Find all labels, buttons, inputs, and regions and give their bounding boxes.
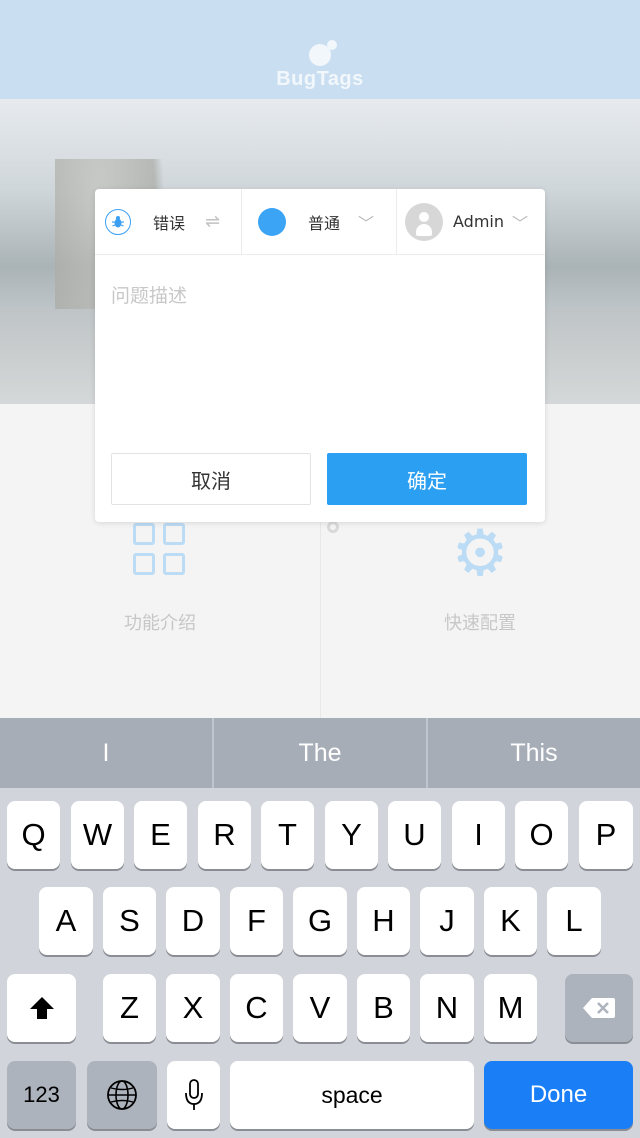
key-u[interactable]: U xyxy=(388,801,441,869)
key-t[interactable]: T xyxy=(261,801,314,869)
shift-key[interactable] xyxy=(7,974,76,1042)
bug-icon xyxy=(105,208,131,235)
feature-intro-label[interactable]: 功能介绍 xyxy=(60,609,260,635)
key-g[interactable]: G xyxy=(293,887,347,955)
suggestion-item[interactable]: This xyxy=(428,718,640,788)
grid-icon[interactable] xyxy=(133,523,187,577)
confirm-button[interactable]: 确定 xyxy=(327,453,527,505)
status-bar xyxy=(0,0,640,36)
microphone-icon xyxy=(184,1079,203,1110)
keyboard: I The This Q W E R T Y U I O P A S D F G… xyxy=(0,718,640,1138)
type-selector[interactable]: 错误 ⇌ xyxy=(105,189,241,254)
key-k[interactable]: K xyxy=(484,887,537,955)
key-z[interactable]: Z xyxy=(103,974,156,1042)
dialog-toolbar: 错误 ⇌ 普通 ﹀ Admin ﹀ xyxy=(95,189,545,255)
key-c[interactable]: C xyxy=(230,974,283,1042)
suggestion-item[interactable]: I xyxy=(0,718,212,788)
key-m[interactable]: M xyxy=(484,974,537,1042)
key-j[interactable]: J xyxy=(420,887,474,955)
key-v[interactable]: V xyxy=(293,974,347,1042)
suggestion-bar: I The This xyxy=(0,718,640,788)
chevron-down-icon: ﹀ xyxy=(512,213,529,233)
key-p[interactable]: P xyxy=(579,801,633,869)
toolbar-divider xyxy=(396,189,397,254)
microphone-key[interactable] xyxy=(167,1061,220,1129)
app-header: BugTags xyxy=(0,36,640,99)
quick-config-label[interactable]: 快速配置 xyxy=(380,609,580,635)
key-a[interactable]: A xyxy=(39,887,93,955)
type-label: 错误 xyxy=(153,213,186,233)
key-o[interactable]: O xyxy=(515,801,568,869)
priority-color-dot xyxy=(258,207,286,236)
key-h[interactable]: H xyxy=(357,887,410,955)
chevron-down-icon: ﹀ xyxy=(358,213,375,233)
assignee-selector[interactable]: Admin ﹀ xyxy=(405,189,541,254)
key-d[interactable]: D xyxy=(166,887,220,955)
swap-icon[interactable]: ⇌ xyxy=(205,211,220,232)
cancel-button[interactable]: 取消 xyxy=(111,453,311,505)
bugtags-logo-icon xyxy=(309,40,337,66)
bug-report-dialog: 错误 ⇌ 普通 ﹀ Admin ﹀ 取消 确定 xyxy=(95,189,545,522)
space-key[interactable]: space xyxy=(230,1061,474,1129)
key-l[interactable]: L xyxy=(547,887,601,955)
key-x[interactable]: X xyxy=(166,974,220,1042)
description-input[interactable] xyxy=(111,281,531,401)
shift-arrow-icon xyxy=(29,997,54,1019)
key-f[interactable]: F xyxy=(230,887,283,955)
key-b[interactable]: B xyxy=(357,974,410,1042)
key-s[interactable]: S xyxy=(103,887,156,955)
key-e[interactable]: E xyxy=(134,801,187,869)
toolbar-divider xyxy=(241,189,242,254)
globe-key[interactable] xyxy=(87,1061,157,1129)
key-w[interactable]: W xyxy=(71,801,124,869)
avatar xyxy=(405,202,443,241)
key-y[interactable]: Y xyxy=(325,801,378,869)
priority-label: 普通 xyxy=(308,213,341,233)
app-logo-text: BugTags xyxy=(276,68,364,90)
priority-selector[interactable]: 普通 ﹀ xyxy=(258,189,392,254)
key-i[interactable]: I xyxy=(452,801,505,869)
key-r[interactable]: R xyxy=(198,801,251,869)
suggestion-item[interactable]: The xyxy=(214,718,426,788)
key-n[interactable]: N xyxy=(420,974,474,1042)
key-q[interactable]: Q xyxy=(7,801,60,869)
done-key[interactable]: Done xyxy=(484,1061,633,1129)
backspace-icon xyxy=(583,998,615,1018)
backspace-key[interactable] xyxy=(565,974,633,1042)
ring-icon xyxy=(327,521,339,533)
gear-icon[interactable]: ⚙ xyxy=(448,522,512,586)
numbers-key[interactable]: 123 xyxy=(7,1061,76,1129)
globe-icon xyxy=(107,1080,137,1110)
assignee-label: Admin xyxy=(453,212,504,231)
